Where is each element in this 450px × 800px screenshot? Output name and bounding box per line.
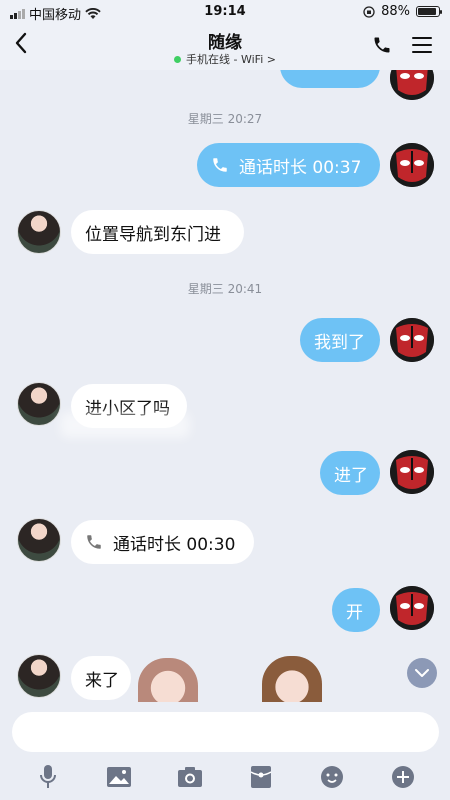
my-avatar[interactable] (390, 450, 434, 494)
plus-icon[interactable] (388, 762, 418, 792)
message-text: 通话时长 00:30 (113, 534, 236, 555)
timestamp: 星期三 20:41 (187, 282, 263, 296)
message-text: 进了 (334, 465, 368, 486)
message-bubble[interactable]: 我到了 (300, 318, 380, 362)
status-bar: 中国移动 19:14 88% (0, 0, 450, 24)
message-text: 位置导航到东门进 (85, 224, 221, 245)
phone-icon[interactable] (372, 35, 392, 55)
orientation-lock-icon (363, 5, 375, 18)
scroll-to-bottom-button[interactable] (407, 658, 437, 688)
message-bubble[interactable]: 来了 (71, 656, 131, 700)
message-input[interactable] (12, 712, 439, 752)
composer (0, 702, 450, 800)
chat-header: 随缘 手机在线 - WiFi > (0, 24, 450, 70)
my-avatar[interactable] (390, 586, 434, 630)
message-text: 通话时长 00:37 (239, 157, 362, 178)
contact-avatar[interactable] (17, 518, 61, 562)
chevron-right-icon: > (266, 53, 276, 66)
message-bubble[interactable]: 进了 (320, 451, 380, 495)
online-status-text: 手机在线 - WiFi (186, 53, 264, 66)
message-bubble[interactable]: 位置导航到东门进 (71, 210, 244, 254)
battery-icon (416, 6, 442, 17)
my-avatar[interactable] (390, 318, 434, 362)
message-bubble[interactable]: 开 (332, 588, 380, 632)
contact-avatar[interactable] (17, 210, 61, 254)
sticker-image[interactable] (262, 656, 322, 702)
camera-icon[interactable] (175, 762, 205, 792)
contact-avatar[interactable] (17, 382, 61, 426)
sticker-image[interactable] (138, 658, 198, 702)
message-list[interactable]: 星期三 20:27 通话时长 00:37 位置导航到东门进 星期三 20:41 … (0, 70, 450, 702)
microphone-icon[interactable] (33, 762, 63, 792)
emoji-icon[interactable] (317, 762, 347, 792)
call-record-bubble[interactable]: 通话时长 00:30 (71, 520, 254, 564)
phone-call-icon (211, 156, 229, 174)
chevron-down-icon (415, 668, 429, 677)
blurred-region (60, 412, 190, 438)
image-icon[interactable] (104, 762, 134, 792)
my-avatar[interactable] (390, 70, 434, 100)
message-text: 开 (346, 602, 363, 623)
menu-icon[interactable] (412, 37, 432, 53)
battery-percent: 88% (381, 4, 410, 19)
call-record-bubble[interactable]: 通话时长 00:37 (197, 143, 380, 187)
message-text: 我到了 (314, 332, 365, 353)
my-avatar[interactable] (390, 143, 434, 187)
message-text: 来了 (85, 670, 119, 691)
timestamp: 星期三 20:27 (187, 112, 263, 126)
message-bubble-partial (280, 70, 380, 88)
composer-toolbar (0, 762, 450, 792)
online-dot-icon (174, 55, 182, 63)
phone-call-icon (85, 533, 103, 551)
contact-avatar[interactable] (17, 654, 61, 698)
red-packet-icon[interactable] (246, 762, 276, 792)
